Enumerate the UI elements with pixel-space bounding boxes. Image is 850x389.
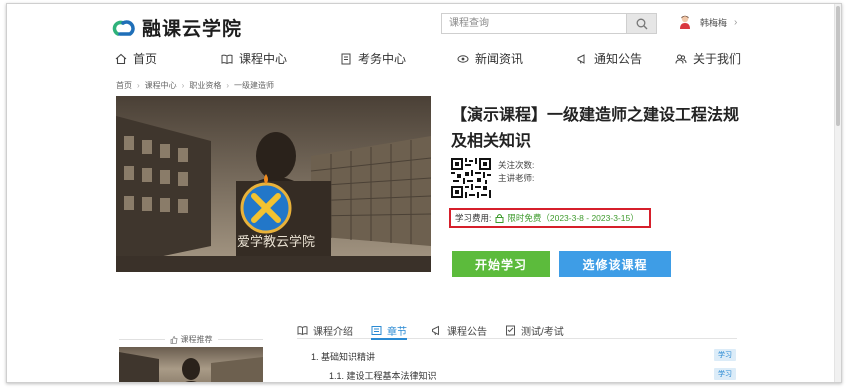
tab-announcements[interactable]: 课程公告 bbox=[431, 322, 487, 338]
elect-course-button[interactable]: 选修该课程 bbox=[559, 251, 671, 277]
search-icon bbox=[636, 18, 647, 29]
breadcrumb-item[interactable]: 课程中心 bbox=[145, 81, 177, 90]
tab-label: 课程公告 bbox=[447, 326, 487, 338]
study-fee-box: 学习费用: 限时免费（2023-3-8 - 2023-3-15） bbox=[449, 208, 651, 228]
nav-item-notices[interactable]: 通知公告 bbox=[576, 50, 642, 67]
thumbs-up-icon bbox=[170, 335, 177, 344]
recommended-course-thumbnail[interactable] bbox=[119, 347, 263, 382]
fee-value: 限时免费（2023-3-8 - 2023-3-15） bbox=[495, 212, 639, 224]
learn-tag-button[interactable]: 学习 bbox=[714, 349, 736, 361]
nav-item-news[interactable]: 新闻资讯 bbox=[457, 50, 523, 67]
nav-item-label: 考务中心 bbox=[358, 52, 407, 66]
scrollbar-thumb[interactable] bbox=[836, 6, 840, 126]
tab-intro[interactable]: 课程介绍 bbox=[297, 322, 353, 338]
brand-name: 融课云学院 bbox=[142, 18, 243, 40]
nav-item-about[interactable]: 关于我们 bbox=[675, 50, 741, 67]
recommend-title: 课程推荐 bbox=[180, 335, 213, 344]
breadcrumb: 首页 › 课程中心 › 职业资格 › 一级建造师 bbox=[116, 81, 275, 90]
breadcrumb-item[interactable]: 一级建造师 bbox=[234, 81, 274, 90]
course-title: 【演示课程】一级建造师之建设工程法规及相关知识 bbox=[451, 105, 740, 150]
home-icon bbox=[115, 53, 127, 64]
tab-label: 测试/考试 bbox=[521, 326, 564, 338]
book-icon bbox=[221, 54, 233, 64]
tab-tests[interactable]: 测试/考试 bbox=[505, 322, 564, 338]
nav-item-courses[interactable]: 课程中心 bbox=[221, 50, 287, 67]
course-cover-image: 爱学教云学院 bbox=[116, 96, 431, 272]
fee-value-text: 限时免费（2023-3-8 - 2023-3-15） bbox=[507, 213, 639, 223]
search-button[interactable] bbox=[626, 14, 656, 33]
megaphone-icon bbox=[577, 53, 585, 64]
course-meta: 关注次数: 主讲老师: bbox=[498, 159, 534, 185]
exam-icon bbox=[341, 53, 351, 64]
breadcrumb-item[interactable]: 职业资格 bbox=[189, 81, 221, 90]
nav-item-label: 通知公告 bbox=[594, 52, 643, 66]
page-scrollbar[interactable] bbox=[834, 4, 841, 382]
browser-page: 融课云学院 韩梅梅 › 首页 课程中心 bbox=[6, 3, 842, 383]
cloud-logo-icon bbox=[111, 17, 137, 39]
chapter-item[interactable]: 1.1. 建设工程基本法律知识 bbox=[329, 369, 437, 382]
start-learning-button[interactable]: 开始学习 bbox=[452, 251, 550, 277]
nav-item-exams[interactable]: 考务中心 bbox=[340, 50, 406, 67]
lock-icon bbox=[495, 214, 504, 223]
nav-item-label: 课程中心 bbox=[239, 52, 288, 66]
nav-item-home[interactable]: 首页 bbox=[115, 50, 157, 67]
fee-label: 学习费用: bbox=[455, 213, 492, 223]
tab-chapters[interactable]: 章节 bbox=[371, 322, 407, 340]
tab-label: 课程介绍 bbox=[313, 326, 353, 338]
recommend-header: 课程推荐 bbox=[119, 334, 263, 345]
notice-icon bbox=[432, 325, 439, 335]
tab-label: 章节 bbox=[387, 326, 407, 338]
course-search bbox=[441, 13, 657, 34]
chapter-item[interactable]: 1. 基础知识精讲 bbox=[311, 350, 375, 363]
breadcrumb-item[interactable]: 首页 bbox=[116, 81, 132, 90]
chevron-right-icon: › bbox=[734, 16, 738, 28]
user-name: 韩梅梅 bbox=[700, 17, 728, 28]
news-icon bbox=[457, 54, 469, 63]
nav-item-label: 关于我们 bbox=[693, 52, 742, 66]
cover-caption: 爱学教云学院 bbox=[237, 234, 315, 250]
search-input[interactable] bbox=[442, 14, 626, 33]
course-tabs: 课程介绍 章节 课程公告 测试/考试 bbox=[297, 322, 737, 340]
intro-icon bbox=[297, 325, 308, 335]
qr-code bbox=[451, 158, 491, 198]
nav-item-label: 首页 bbox=[133, 52, 158, 66]
teacher-label: 主讲老师: bbox=[498, 173, 535, 183]
views-label: 关注次数: bbox=[498, 160, 535, 170]
test-icon bbox=[506, 325, 515, 335]
main-nav: 首页 课程中心 考务中心 新闻资讯 通知公告 关于我们 bbox=[7, 50, 841, 70]
avatar bbox=[679, 15, 691, 29]
nav-item-label: 新闻资讯 bbox=[475, 52, 524, 66]
chapter-icon bbox=[371, 325, 382, 335]
brand-logo[interactable]: 融课云学院 bbox=[111, 14, 242, 41]
learn-tag-button[interactable]: 学习 bbox=[714, 368, 736, 380]
about-icon bbox=[675, 54, 687, 64]
user-menu[interactable]: 韩梅梅 › bbox=[679, 15, 737, 29]
